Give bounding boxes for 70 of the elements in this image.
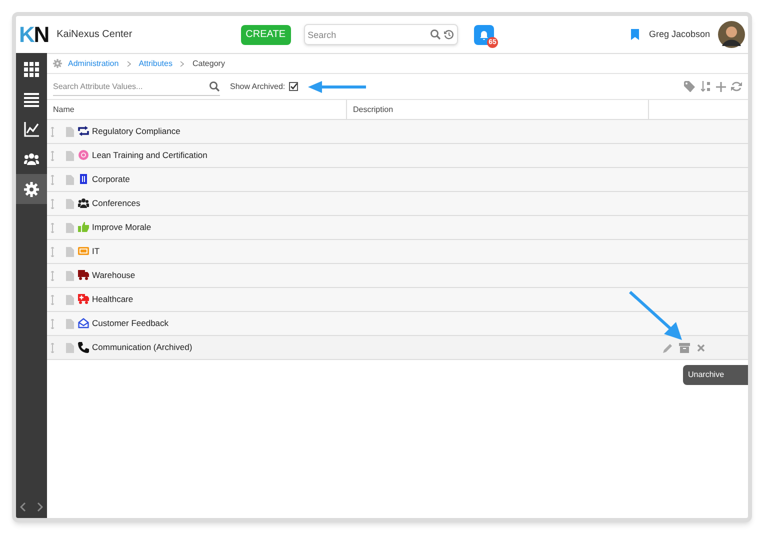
table-cell: Corporate [92,173,130,186]
document-icon [66,294,74,304]
document-icon [66,222,74,232]
drag-handle-icon[interactable] [51,294,54,304]
document-icon [66,246,74,256]
document-icon [66,318,74,328]
close-icon[interactable] [697,344,705,352]
table-cell: Warehouse [92,269,136,282]
bookmark-icon[interactable] [630,29,639,40]
document-icon [66,198,74,208]
history-icon [442,29,454,40]
search-input[interactable]: Search [308,25,430,44]
avatar[interactable] [718,21,745,48]
chevron-left-icon[interactable] [20,502,26,512]
arrow [628,290,684,342]
document-icon [66,342,74,352]
drag-handle-icon[interactable] [51,318,54,328]
search-bar[interactable]: Search [304,24,458,45]
drag-handle-icon[interactable] [51,270,54,280]
column-header: Name [47,100,347,119]
arrow [308,80,368,94]
pencil-icon[interactable] [663,342,673,352]
table-cell: Lean Training and Certification [92,149,208,162]
tooltip: Unarchive [683,365,748,385]
chevron-right-icon[interactable] [37,502,43,512]
user-name: Greg Jacobson [648,28,710,41]
document-icon [66,126,74,136]
create-button[interactable]: CREATE [240,24,291,44]
app-title: KaiNexus Center [56,28,134,42]
table-cell: Healthcare [92,293,134,306]
checkbox[interactable] [289,82,298,91]
settings-icon [53,59,62,68]
drag-handle-icon[interactable] [51,126,54,136]
logo: KN [19,24,49,46]
table-cell: Customer Feedback [92,317,169,330]
refresh-icon[interactable] [731,81,742,92]
breadcrumb-current: Category [192,58,225,70]
table-cell: IT [92,245,100,258]
column-header: Description [347,100,649,119]
sidebar-item[interactable] [16,174,47,204]
document-icon [66,270,74,280]
document-icon [66,150,74,160]
people-icon [24,152,39,166]
drag-handle-icon[interactable] [51,174,54,184]
drag-handle-icon[interactable] [51,150,54,160]
list-icon [24,92,39,106]
settings-icon [24,182,39,196]
table-cell: Communication (Archived) [92,341,192,354]
chart-icon [24,122,39,136]
document-icon [66,174,74,184]
table-cell: Conferences [92,197,140,210]
tag-icon[interactable] [684,81,697,92]
table-cell: Improve Morale [92,221,152,234]
chevron-right-icon [126,60,131,66]
search-icon [209,80,220,92]
grid-icon [24,62,39,76]
show-archived-label: Show Archived: [230,80,286,92]
drag-handle-icon[interactable] [51,246,54,256]
sort-icon[interactable] [701,81,711,92]
drag-handle-icon[interactable] [51,222,54,232]
drag-handle-icon[interactable] [51,342,54,352]
bell-icon [478,30,489,40]
table-cell: Regulatory Compliance [92,125,180,138]
breadcrumb-link[interactable]: Attributes [138,58,172,70]
drag-handle-icon[interactable] [51,198,54,208]
add-icon[interactable] [716,82,726,92]
breadcrumb-link[interactable]: Administration [68,58,119,70]
chevron-right-icon [180,60,184,66]
search-icon [430,29,441,40]
archive-icon[interactable] [679,342,690,352]
